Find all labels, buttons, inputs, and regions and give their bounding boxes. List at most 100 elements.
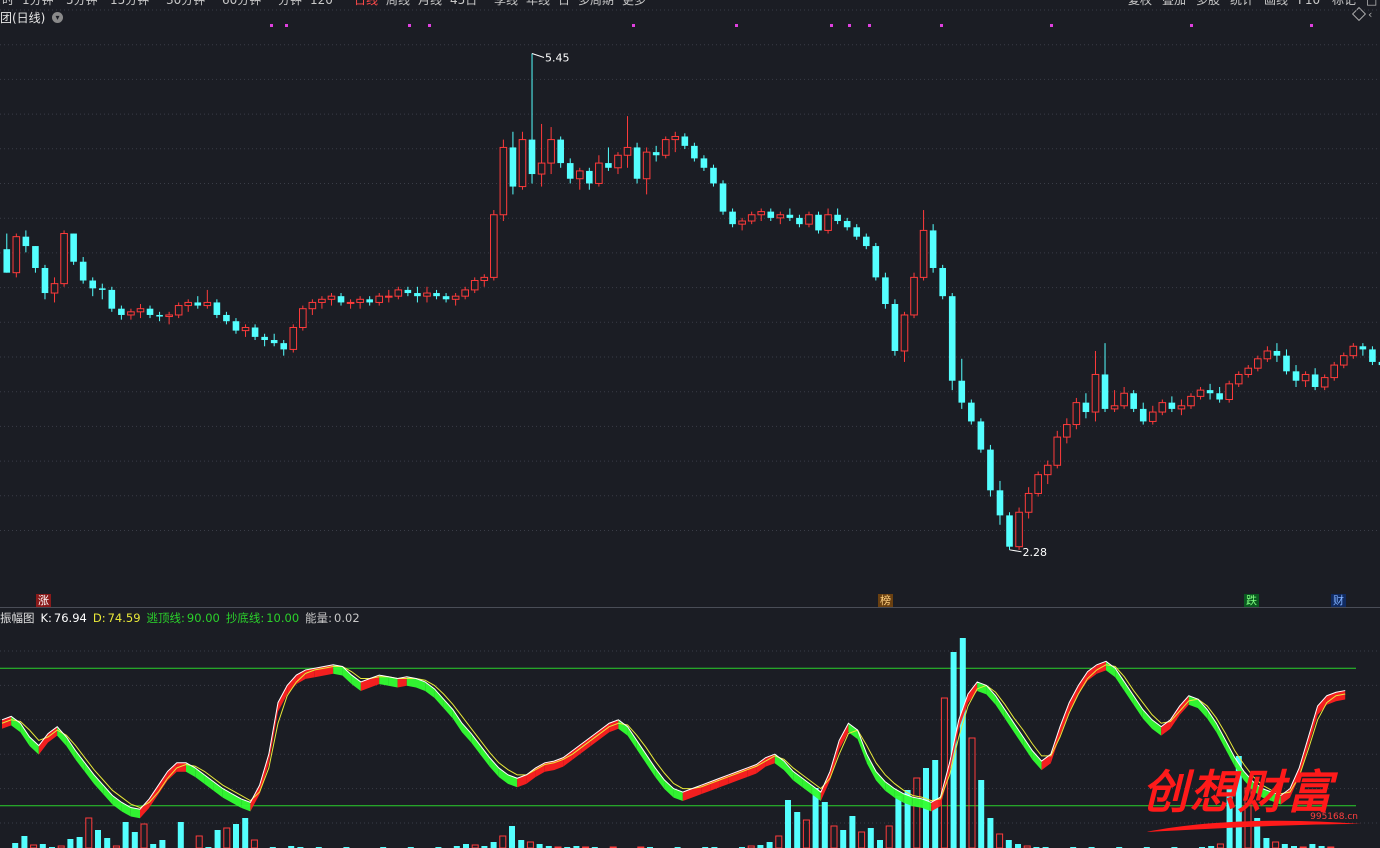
candle-body-88 [843,221,851,228]
watermark-text: 创想财富 [1142,765,1334,819]
candle-body-79 [757,211,766,216]
candle-body-127 [1216,393,1223,400]
candle-body-82 [786,214,794,218]
candle-body-114 [1091,373,1100,413]
candle-body-18 [174,305,183,316]
energy-bar-1 [12,843,19,848]
candle-body-23 [223,314,230,322]
energy-bar-54 [499,835,507,848]
energy-bar-17 [159,840,166,848]
high-pointer [531,53,545,58]
energy-bar-13 [122,822,129,848]
candle-body-74 [710,167,717,184]
candle-body-32 [308,301,317,310]
top-value: 90.00 [186,611,220,625]
kd-ribbon-65 [600,723,610,740]
candle-body-37 [356,298,364,303]
kd-ribbon-113 [1041,754,1051,771]
candle-body-117 [1120,392,1128,407]
candlestick-chart: 5.45 2.28 [0,9,1380,848]
candle-body-135 [1292,371,1300,381]
candle-body-142 [1359,346,1367,350]
signal-dot-2 [408,24,411,27]
candle-body-93 [891,304,899,351]
tag-zhang[interactable]: 涨 [36,594,51,607]
k-value: 76.94 [53,611,87,625]
candle-body-16 [156,314,163,317]
energy-bar-108 [996,833,1004,848]
candle-body-124 [1187,395,1195,407]
candle-body-26 [251,327,259,337]
energy-bar-50 [463,844,469,848]
energy-bar-11 [104,838,111,848]
candle-body-89 [853,227,861,237]
candle-body-112 [1072,402,1081,426]
energy-bar-2 [21,836,28,848]
candle-body-105 [1006,515,1013,547]
candle-body-21 [203,301,212,307]
candle-body-140 [1339,355,1348,366]
signal-dot-0 [270,24,273,27]
tag-bang[interactable]: 榜 [878,594,893,607]
bottom-label: 抄底线: [225,611,265,625]
candle-body-67 [642,151,651,180]
kd-ribbon-54 [498,767,508,784]
kd-ribbon-92 [848,723,858,740]
d-value: 74.59 [107,611,141,625]
candle-body-116 [1110,405,1119,410]
candle-body-128 [1225,383,1233,401]
kd-ribbon-94 [866,754,876,781]
candle-body-120 [1148,411,1157,422]
candle-body-95 [910,276,918,316]
candle-body-65 [623,146,632,156]
kd-ribbon-67 [618,719,628,736]
energy-bar-93 [858,831,866,848]
candle-body-119 [1139,408,1147,422]
candle-body-141 [1349,345,1358,357]
candle-body-94 [900,314,909,352]
candle-body-103 [987,449,994,491]
candle-body-110 [1053,436,1062,466]
candle-body-6 [60,233,68,285]
candle-body-139 [1330,364,1339,379]
energy-bar-106 [978,780,985,848]
candle-body-81 [776,214,785,219]
candle-body-121 [1158,402,1167,413]
candle-body-34 [327,295,336,300]
candle-body-56 [537,162,546,175]
candle-body-106 [1015,511,1023,548]
kd-ribbon-132 [1216,723,1226,750]
candle-body-53 [509,147,517,187]
high-label: 5.45 [545,51,570,64]
energy-bar-90 [830,825,838,848]
candle-body-28 [270,340,278,344]
kd-ribbon-18 [167,762,177,781]
k-label: K: [40,611,52,625]
low-label: 2.28 [1023,546,1048,559]
candle-body-132 [1263,350,1272,360]
candle-body-118 [1130,393,1137,409]
candle-body-85 [815,214,822,231]
tag-die[interactable]: 跌 [1244,594,1259,607]
signal-dot-11 [1190,24,1193,27]
candle-body-115 [1101,374,1109,409]
energy-bar-89 [821,802,828,848]
energy-bar-107 [987,818,994,848]
candle-body-31 [299,308,307,328]
candle-body-10 [98,288,106,290]
energy-bar-25 [233,824,239,848]
kd-ribbon-95 [876,771,886,791]
kd-ribbon-96 [885,781,895,798]
candle-body-1 [12,236,21,274]
energy-bar-26 [242,818,249,848]
energy-bar-95 [877,840,883,848]
tag-cai[interactable]: 财 [1331,594,1346,607]
candle-body-39 [375,295,384,303]
energy-bar-110 [1015,844,1021,848]
kd-ribbon-89 [820,771,830,802]
energy-bar-23 [214,830,221,848]
energy-bar-139 [1281,844,1288,848]
candle-body-76 [729,211,736,225]
candle-body-17 [165,314,173,318]
candle-body-9 [89,280,97,289]
